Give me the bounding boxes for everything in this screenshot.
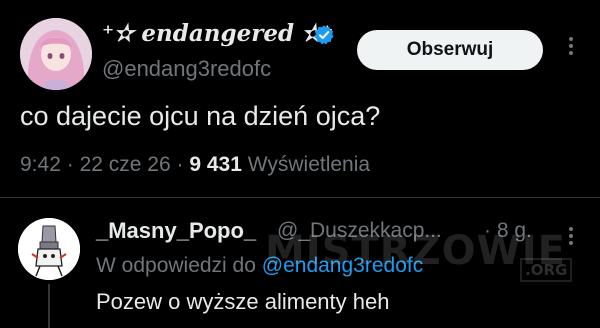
main-tweet: ⁺✫ endangered ✫⁺ @endang3redofc Obserwuj…: [0, 0, 600, 196]
reply-text: Pozew o wyższe alimenty heh: [96, 289, 390, 314]
reply-avatar[interactable]: [18, 218, 80, 280]
views-count: 9 431: [189, 153, 242, 176]
reply-avatar-illustration: [18, 218, 80, 280]
avatar-illustration: [20, 18, 92, 90]
tweet-text: co dajecie ojcu na dzień ojca?: [20, 101, 381, 131]
views-label: Wyświetlenia: [247, 153, 371, 176]
reply-handle[interactable]: @_Duszekkacp...: [277, 219, 442, 243]
display-name[interactable]: ⁺✫ endangered ✫⁺: [102, 20, 333, 47]
reply-prefix: W odpowiedzi do: [96, 254, 256, 277]
tweet-date[interactable]: 22 cze 26: [80, 153, 171, 176]
follow-button[interactable]: Obserwuj: [357, 30, 543, 70]
separator: ·: [176, 153, 184, 176]
avatar[interactable]: [20, 18, 92, 90]
tweet-time[interactable]: 9:42: [20, 153, 61, 176]
reply-context: W odpowiedzi do @endang3redofc: [96, 254, 423, 278]
tweet-meta: 9:42 · 22 cze 26 · 9 431 Wyświetlenia: [20, 153, 370, 177]
reply-display-name[interactable]: _Masny_Popo_: [96, 218, 256, 244]
more-options-icon[interactable]: [561, 36, 581, 56]
reply-mention-link[interactable]: @endang3redofc: [262, 254, 423, 277]
reply-time[interactable]: · 8 g.: [484, 219, 532, 243]
thread-line: [48, 284, 50, 328]
handle[interactable]: @endang3redofc: [102, 56, 271, 82]
reply-tweet[interactable]: _Masny_Popo_ @_Duszekkacp... · 8 g. W od…: [0, 198, 600, 328]
verified-badge-icon: [314, 25, 334, 45]
separator: ·: [66, 153, 74, 176]
more-options-icon[interactable]: [561, 226, 581, 246]
